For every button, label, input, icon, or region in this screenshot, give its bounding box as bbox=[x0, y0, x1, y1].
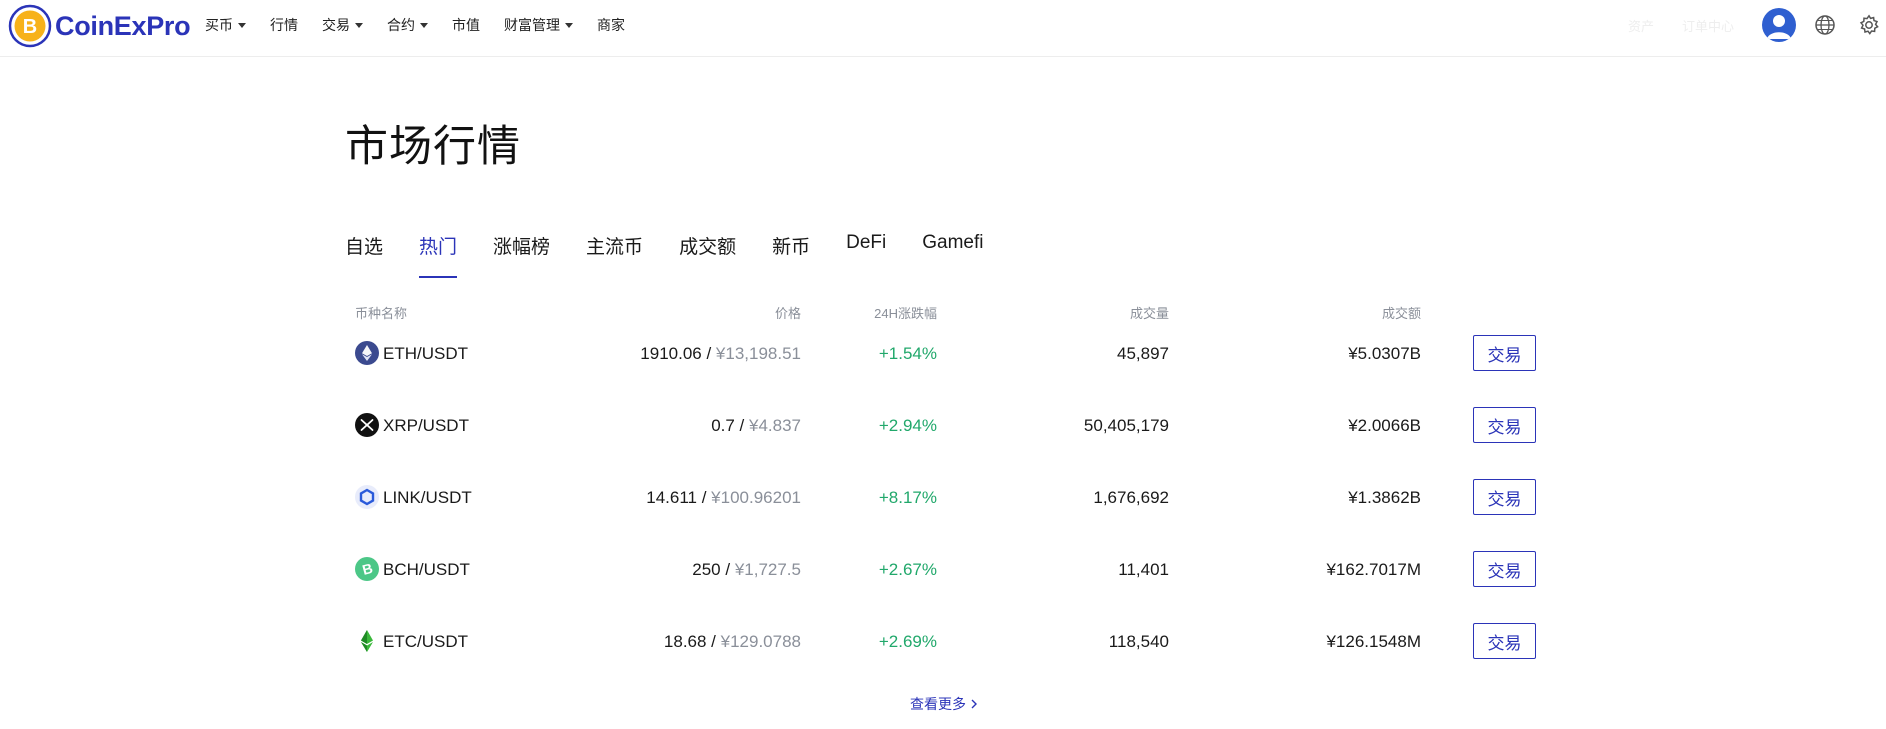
tab-new-coins[interactable]: 新币 bbox=[772, 232, 810, 278]
turnover-cell: ¥5.0307B bbox=[1348, 344, 1421, 363]
market-table: 币种名称 价格 24H涨跌幅 成交量 成交额 ETH/USDT 1910.06 … bbox=[345, 298, 1545, 659]
tab-hot[interactable]: 热门 bbox=[419, 232, 458, 278]
chevron-down-icon bbox=[565, 22, 573, 28]
nav-item-label: 财富管理 bbox=[504, 17, 560, 33]
top-navigation-bar: B CoinExPro 买币 行情 交易 合约 市值 财富管理 商家 资产 订单… bbox=[0, 0, 1886, 57]
nav-item-buy-crypto[interactable]: 买币 bbox=[205, 15, 246, 35]
trade-button[interactable]: 交易 bbox=[1473, 335, 1536, 371]
brand-name: CoinExPro bbox=[55, 10, 191, 41]
table-row[interactable]: ETH/USDT 1910.06 / ¥13,198.51 +1.54% 45,… bbox=[345, 298, 1545, 371]
trade-button[interactable]: 交易 bbox=[1473, 479, 1536, 515]
view-more-label: 查看更多 bbox=[910, 696, 966, 712]
trade-button[interactable]: 交易 bbox=[1473, 623, 1536, 659]
table-row[interactable]: XRP/USDT 0.7 / ¥4.837 +2.94% 50,405,179 … bbox=[345, 370, 1545, 443]
nav-item-merchant[interactable]: 商家 bbox=[597, 15, 625, 35]
nav-item-label: 市值 bbox=[452, 17, 480, 33]
table-row[interactable]: B BCH/USDT 250 / ¥1,727.5 +2.67% 11,401 … bbox=[345, 514, 1545, 587]
nav-item-markets[interactable]: 行情 bbox=[270, 15, 298, 35]
user-silhouette-icon bbox=[1767, 15, 1791, 39]
nav-item-label: 商家 bbox=[597, 17, 625, 33]
user-avatar-icon[interactable] bbox=[1762, 8, 1796, 42]
tab-turnover[interactable]: 成交额 bbox=[679, 232, 736, 278]
assets-link[interactable]: 资产 bbox=[1628, 16, 1654, 35]
nav-item-label: 行情 bbox=[270, 17, 298, 33]
logo[interactable]: B CoinExPro bbox=[8, 4, 191, 48]
table-row[interactable]: ETC/USDT 18.68 / ¥129.0788 +2.69% 118,54… bbox=[345, 586, 1545, 659]
turnover-cell: ¥126.1548M bbox=[1326, 632, 1421, 651]
bitcoin-logo-icon: B bbox=[8, 4, 52, 48]
trade-button[interactable]: 交易 bbox=[1473, 407, 1536, 443]
chevron-down-icon bbox=[355, 22, 363, 28]
trade-button[interactable]: 交易 bbox=[1473, 551, 1536, 587]
chevron-down-icon bbox=[238, 22, 246, 28]
globe-icon[interactable] bbox=[1814, 14, 1836, 36]
tab-favorites[interactable]: 自选 bbox=[345, 232, 383, 278]
tab-mainstream[interactable]: 主流币 bbox=[586, 232, 643, 278]
nav-item-wealth[interactable]: 财富管理 bbox=[504, 15, 573, 35]
chevron-right-icon bbox=[971, 699, 977, 709]
orders-link[interactable]: 订单中心 bbox=[1682, 16, 1734, 35]
main-nav: 买币 行情 交易 合约 市值 财富管理 商家 bbox=[205, 0, 649, 50]
tab-gamefi[interactable]: Gamefi bbox=[922, 232, 983, 278]
table-row[interactable]: LINK/USDT 14.611 / ¥100.96201 +8.17% 1,6… bbox=[345, 442, 1545, 515]
turnover-cell: ¥2.0066B bbox=[1348, 416, 1421, 435]
nav-item-label: 交易 bbox=[322, 17, 350, 33]
nav-item-label: 买币 bbox=[205, 17, 233, 33]
nav-item-trade[interactable]: 交易 bbox=[322, 15, 363, 35]
tab-gainers[interactable]: 涨幅榜 bbox=[493, 232, 550, 278]
page-title: 市场行情 bbox=[345, 123, 521, 171]
turnover-cell: ¥1.3862B bbox=[1348, 488, 1421, 507]
gear-icon[interactable] bbox=[1858, 14, 1880, 36]
nav-item-futures[interactable]: 合约 bbox=[387, 15, 428, 35]
header-actions: 资产 订单中心 bbox=[1628, 0, 1886, 50]
tab-defi[interactable]: DeFi bbox=[846, 232, 886, 278]
chevron-down-icon bbox=[420, 22, 428, 28]
svg-text:B: B bbox=[23, 16, 37, 38]
view-more-link[interactable]: 查看更多 bbox=[910, 694, 978, 714]
turnover-cell: ¥162.7017M bbox=[1326, 560, 1421, 579]
nav-item-label: 合约 bbox=[387, 17, 415, 33]
market-tabs: 自选 热门 涨幅榜 主流币 成交额 新币 DeFi Gamefi bbox=[345, 232, 1019, 278]
nav-item-market-cap[interactable]: 市值 bbox=[452, 15, 480, 35]
